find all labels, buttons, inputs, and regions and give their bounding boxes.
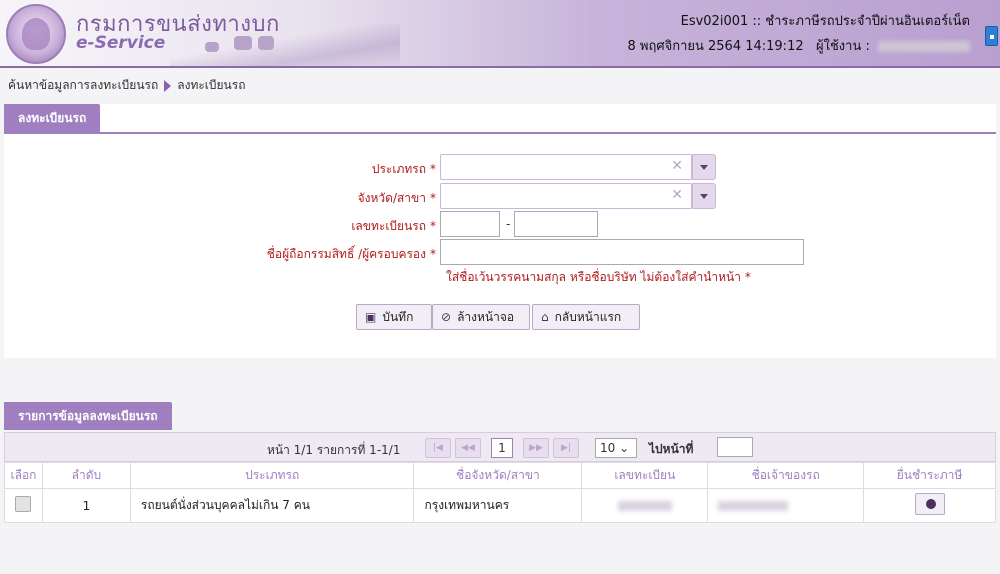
- goto-label: ไปหน้าที่: [649, 442, 694, 456]
- col-select: เลือก: [4, 462, 43, 489]
- reset-button[interactable]: ⊘ ล้างหน้าจอ: [432, 304, 530, 330]
- col-type: ประเภทรถ: [129, 462, 415, 489]
- page-code: Esv02i001 :: ชำระภาษีรถประจำปีผ่านอินเตอ…: [680, 14, 970, 29]
- list-panel: รายการข้อมูลลงทะเบียนรถ หน้า 1/1 รายการท…: [4, 402, 996, 523]
- owner-label: ชื่อผู้ถือกรรมสิทธิ์ /ผู้ครอบครอง *: [266, 247, 436, 261]
- owner-note: ใส่ชื่อเว้นวรรคนามสกุล หรือชื่อบริษัท ไม…: [446, 270, 751, 284]
- last-page-icon[interactable]: ▶|: [553, 438, 579, 458]
- plate-redacted: [617, 501, 672, 511]
- app-header: กรมการขนส่งทางบก e-Service Esv02i001 :: …: [0, 0, 1000, 68]
- dlt-logo-icon: [6, 4, 66, 64]
- home-icon: ⌂: [541, 310, 549, 324]
- breadcrumb-search[interactable]: ค้นหาข้อมูลการลงทะเบียนรถ: [8, 76, 158, 95]
- prev-page-icon[interactable]: ◀◀: [455, 438, 481, 458]
- logout-button[interactable]: [985, 26, 998, 46]
- col-order: ลำดับ: [41, 462, 131, 489]
- province-dropdown-button[interactable]: [692, 183, 716, 209]
- breadcrumb: ค้นหาข้อมูลการลงทะเบียนรถ ลงทะเบียนรถ: [8, 76, 245, 95]
- pay-tax-button[interactable]: [914, 493, 945, 515]
- pager: หน้า 1/1 รายการที่ 1-1/1 |◀ ◀◀ 1 ▶▶ ▶| 1…: [4, 432, 996, 462]
- first-page-icon[interactable]: |◀: [425, 438, 451, 458]
- clear-icon[interactable]: ✕: [671, 158, 683, 174]
- pager-text: หน้า 1/1 รายการที่ 1-1/1: [267, 443, 401, 457]
- reset-icon: ⊘: [441, 310, 452, 324]
- current-page[interactable]: 1: [491, 438, 513, 458]
- home-button[interactable]: ⌂ กลับหน้าแรก: [532, 304, 640, 330]
- registration-table: เลือก ลำดับ ประเภทรถ ชื่อจังหวัด/สาขา เล…: [4, 462, 996, 523]
- plate-label: เลขทะเบียนรถ *: [351, 219, 436, 233]
- datetime: 8 พฤศจิกายน 2564 14:19:12: [627, 39, 804, 54]
- register-panel: ลงทะเบียนรถ ประเภทรถ * ✕ จังหวัด/สาขา * ✕ …: [4, 104, 996, 358]
- save-button[interactable]: ▣ บันทึก: [356, 304, 432, 330]
- table-row: 1 รถยนต์นั่งส่วนบุคคลไม่เกิน 7 คน กรุงเท…: [4, 488, 996, 523]
- goto-page-input[interactable]: [717, 437, 753, 457]
- brand-english: e-Service: [76, 33, 166, 53]
- user-label: ผู้ใช้งาน :: [816, 39, 870, 54]
- row-province: กรุงเทพมหานคร: [413, 488, 583, 523]
- col-pay: ยื่นชำระภาษี: [863, 462, 996, 489]
- row-checkbox[interactable]: [15, 496, 32, 512]
- truck-icon: [234, 36, 252, 50]
- row-type: รถยนต์นั่งส่วนบุคคลไม่เกิน 7 คน: [129, 488, 415, 523]
- save-icon: ▣: [365, 310, 377, 324]
- list-title: รายการข้อมูลลงทะเบียนรถ: [4, 402, 172, 430]
- province-select[interactable]: ✕: [440, 183, 692, 209]
- user-name-redacted: [878, 41, 970, 52]
- owner-name-input[interactable]: [440, 239, 804, 265]
- col-plate: เลขทะเบียน: [581, 462, 709, 489]
- next-page-icon[interactable]: ▶▶: [523, 438, 549, 458]
- row-order: 1: [41, 488, 131, 523]
- col-owner: ชื่อเจ้าของรถ: [707, 462, 865, 489]
- clear-icon[interactable]: ✕: [671, 187, 683, 203]
- plate-prefix-input[interactable]: [440, 211, 500, 237]
- bus-icon: [258, 36, 274, 50]
- table-header-row: เลือก ลำดับ ประเภทรถ ชื่อจังหวัด/สาขา เล…: [4, 462, 996, 489]
- plate-number-input[interactable]: [514, 211, 598, 237]
- chevron-down-icon: ⌄: [619, 441, 630, 455]
- owner-redacted: [718, 501, 789, 511]
- datetime-user: 8 พฤศจิกายน 2564 14:19:12 ผู้ใช้งาน :: [627, 35, 970, 56]
- province-label: จังหวัด/สาขา *: [357, 191, 436, 205]
- vehicle-type-dropdown-button[interactable]: [692, 154, 716, 180]
- car-icon: [205, 42, 219, 52]
- breadcrumb-arrow-icon: [164, 79, 172, 92]
- page-size-select[interactable]: 10 ⌄: [595, 438, 637, 458]
- col-province: ชื่อจังหวัด/สาขา: [413, 462, 583, 489]
- plate-dash: -: [506, 217, 511, 231]
- vehicle-type-select[interactable]: ✕: [440, 154, 692, 180]
- vehicle-type-label: ประเภทรถ *: [371, 162, 436, 176]
- panel-title: ลงทะเบียนรถ: [4, 104, 101, 132]
- breadcrumb-current: ลงทะเบียนรถ: [177, 78, 246, 92]
